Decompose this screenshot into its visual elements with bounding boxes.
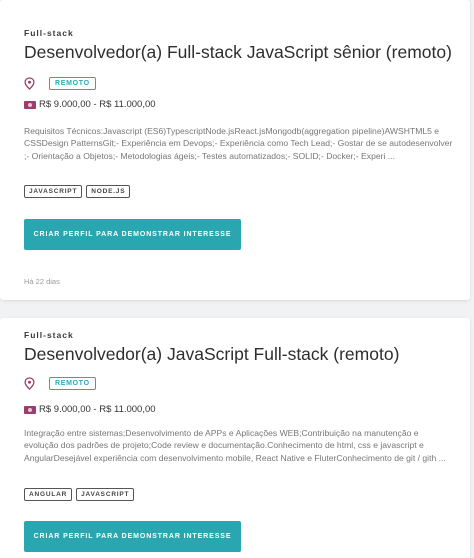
money-icon [24, 100, 36, 109]
job-title[interactable]: Desenvolvedor(a) Full-stack JavaScript s… [24, 42, 452, 63]
posted-date: Há 22 dias [24, 277, 60, 286]
tag: JAVASCRIPT [76, 488, 135, 501]
tag: NODE.JS [86, 185, 131, 198]
tag-list: JAVASCRIPT NODE.JS [24, 185, 131, 198]
tag-list: ANGULAR JAVASCRIPT [24, 488, 135, 501]
salary-row: R$ 9.000,00 - R$ 11.000,00 [24, 99, 156, 110]
job-title[interactable]: Desenvolvedor(a) JavaScript Full-stack (… [24, 344, 399, 365]
job-description: Integração entre sistemas;Desenvolviment… [24, 428, 446, 463]
job-description: Requisitos Técnicos:Javascript (ES6)Type… [24, 126, 453, 161]
location-row: REMOTO [24, 377, 96, 390]
job-category: Full-stack [24, 330, 74, 340]
map-pin-icon [24, 77, 35, 90]
tag: JAVASCRIPT [24, 185, 83, 198]
money-icon [24, 405, 36, 414]
remote-badge: REMOTO [49, 77, 96, 90]
express-interest-button[interactable]: CRIAR PERFIL PARA DEMONSTRAR INTERESSE [24, 521, 241, 552]
job-card[interactable]: Full-stack Desenvolvedor(a) JavaScript F… [0, 318, 470, 558]
location-row: REMOTO [24, 77, 96, 90]
remote-badge: REMOTO [49, 377, 96, 390]
job-category: Full-stack [24, 28, 74, 38]
salary-range: R$ 9.000,00 - R$ 11.000,00 [39, 99, 156, 110]
salary-row: R$ 9.000,00 - R$ 11.000,00 [24, 404, 156, 415]
salary-range: R$ 9.000,00 - R$ 11.000,00 [39, 404, 156, 415]
tag: ANGULAR [24, 488, 73, 501]
map-pin-icon [24, 377, 35, 390]
express-interest-button[interactable]: CRIAR PERFIL PARA DEMONSTRAR INTERESSE [24, 219, 241, 250]
job-card[interactable]: Full-stack Desenvolvedor(a) Full-stack J… [0, 0, 470, 300]
